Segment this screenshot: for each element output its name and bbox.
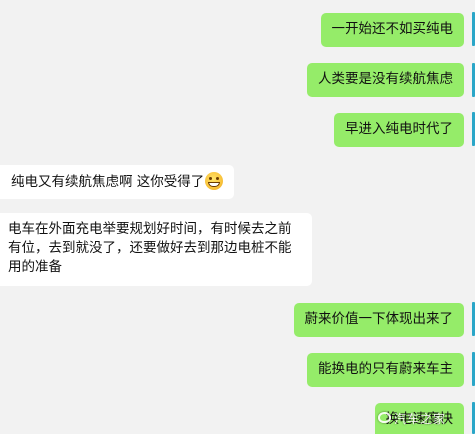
chat-area: 一开始还不如买纯电 人类要是没有续航焦虑 早进入纯电时代了 纯电又有续航焦虑啊 … — [0, 0, 475, 434]
message-bubble-received[interactable]: 纯电又有续航焦虑啊 这你受得了 — [0, 165, 235, 199]
message-bubble-received[interactable]: 电车在外面充电举要规划好时间，有时候去之前有位，去到就没了，还要做好去到那边电桩… — [0, 213, 312, 286]
message-bubble-sent[interactable]: 能换电的只有蔚来车主 — [307, 353, 464, 387]
message-text: 电车在外面充电举要规划好时间，有时候去之前有位，去到就没了，还要做好去到那边电桩… — [8, 221, 292, 275]
watermark: 汽车之家 — [394, 412, 447, 426]
message-bubble-sent[interactable]: 人类要是没有续航焦虑 — [307, 63, 464, 97]
message-text: 能换电的只有蔚来车主 — [318, 361, 453, 377]
message-text: 早进入纯电时代了 — [345, 121, 453, 137]
message-bubble-sent[interactable]: 蔚来价值一下体现出来了 — [293, 303, 464, 337]
watermark-logo-icon — [378, 412, 391, 423]
message-text: 纯电又有续航焦虑啊 这你受得了 — [11, 174, 205, 190]
message-text: 人类要是没有续航焦虑 — [318, 71, 453, 87]
message-text: 一开始还不如买纯电 — [331, 21, 454, 37]
message-text: 蔚来价值一下体现出来了 — [304, 311, 454, 327]
message-bubble-sent[interactable]: 早进入纯电时代了 — [334, 113, 464, 147]
message-bubble-sent[interactable]: 一开始还不如买纯电 — [320, 13, 464, 47]
grinning-face-icon — [205, 172, 224, 190]
